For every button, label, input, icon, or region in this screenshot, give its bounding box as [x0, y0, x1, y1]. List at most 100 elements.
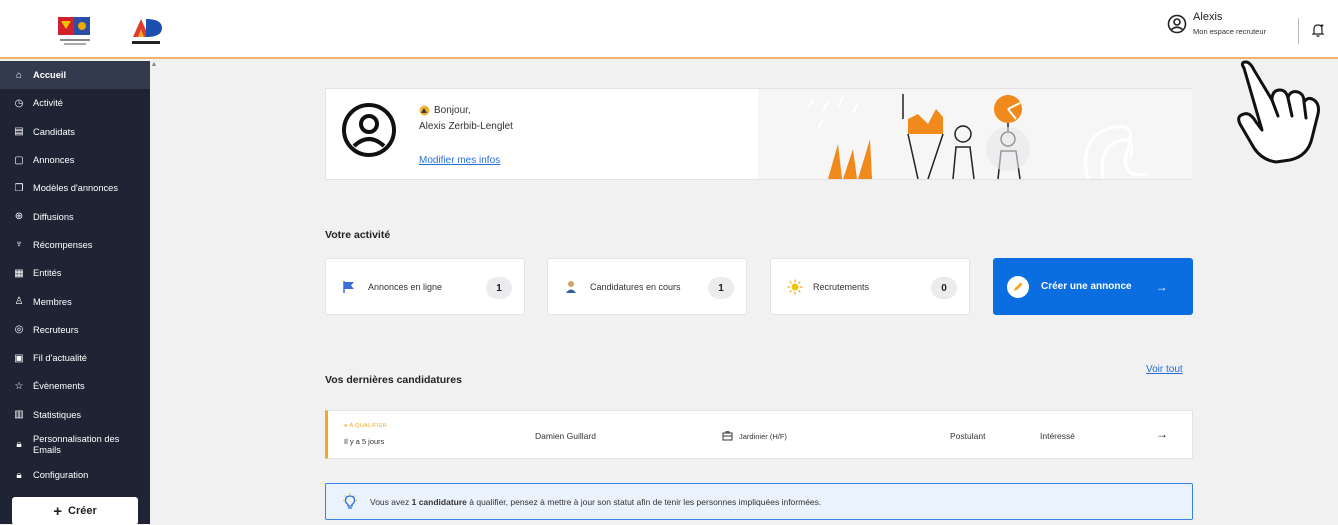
- edit-profile-link[interactable]: Modifier mes infos: [419, 155, 500, 166]
- sidebar-item-label: Membres: [33, 296, 72, 307]
- qualify-notice: Vous avez 1 candidature à qualifier, pen…: [325, 483, 1193, 520]
- profile-name: Alexis Zerbib-Lenglet: [419, 121, 513, 132]
- notice-suffix: à qualifier, pensez à mettre à jour son …: [469, 496, 822, 507]
- flag-icon: [342, 280, 358, 294]
- sidebar-item-label: Entités: [33, 268, 62, 279]
- sidebar-item-label: Candidats: [33, 126, 75, 137]
- stat-count: 1: [486, 277, 512, 299]
- sidebar-item-label: Configuration: [33, 470, 89, 480]
- candidate-status: Postulant: [950, 431, 986, 441]
- chart-icon: ▥: [14, 409, 24, 421]
- candidate-name: Damien Guillard: [535, 431, 596, 441]
- pencil-icon: [1007, 275, 1029, 298]
- sidebar-item-label: Récompenses: [33, 239, 93, 250]
- sparkle-icon: [787, 279, 803, 295]
- scroll-up-icon[interactable]: ▲: [150, 61, 158, 73]
- sidebar-item-label: Modèles d'annonces: [33, 183, 118, 194]
- sidebar-item-label: Activité: [33, 98, 63, 109]
- notice-count: 1 candidature: [411, 496, 467, 507]
- create-button[interactable]: + Créer: [12, 497, 138, 525]
- application-date: Il y a 5 jours: [344, 437, 385, 446]
- user-avatar-icon: [1167, 14, 1187, 34]
- divider: [1298, 18, 1299, 44]
- greeting-text: Bonjour,: [434, 105, 471, 116]
- stat-count: 0: [931, 277, 957, 299]
- sidebar-item-configuration[interactable]: 🔒︎ Configuration: [0, 461, 150, 489]
- sidebar-item-entites[interactable]: ▦ Entités: [0, 259, 150, 287]
- create-button-label: Créer: [68, 505, 97, 517]
- user-menu[interactable]: Alexis Mon espace recruteur: [1167, 11, 1266, 36]
- job-title-label: Jardinier (H/F): [739, 431, 787, 441]
- status-badge-label: À QUALIFIER: [349, 423, 387, 429]
- stat-label: Recrutements: [813, 281, 870, 292]
- stat-candidatures-en-cours[interactable]: Candidatures en cours 1: [547, 258, 747, 315]
- candidate-interest: Intéressé: [1040, 431, 1075, 441]
- user-name: Alexis: [1193, 11, 1223, 23]
- folder-icon: ▤: [14, 126, 24, 138]
- arrow-right-icon: →: [1155, 279, 1168, 294]
- building-icon: [722, 431, 733, 441]
- create-ad-button[interactable]: Créer une annonce →: [993, 258, 1193, 315]
- sidebar-item-label: Personnalisation des Emails: [33, 433, 120, 455]
- region-logo[interactable]: [56, 15, 96, 49]
- welcome-illustration: [758, 89, 1192, 179]
- sidebar-item-annonces[interactable]: ▢ Annonces: [0, 146, 150, 174]
- greeting: Bonjour,: [419, 105, 471, 116]
- notice-prefix: Vous avez: [370, 496, 410, 507]
- sidebar-item-label: Statistiques: [33, 409, 82, 420]
- lightbulb-icon: [343, 492, 357, 509]
- clock-icon: ◷: [14, 97, 24, 109]
- news-icon: ▣: [14, 352, 24, 364]
- lock-icon: 🔒︎: [16, 438, 22, 450]
- sidebar-item-accueil[interactable]: ⌂ Accueil: [0, 61, 150, 90]
- sidebar-item-label: Fil d'actualité: [33, 353, 87, 364]
- candidate-icon: [564, 280, 580, 294]
- sidebar: ⌂ Accueil ◷ Activité ▤ Candidats ▢ Annon…: [0, 61, 150, 525]
- job-title: Jardinier (H/F): [722, 431, 787, 441]
- recruiter-icon: ◎: [14, 324, 24, 336]
- stat-label: Candidatures en cours: [590, 281, 681, 292]
- sidebar-item-candidats[interactable]: ▤ Candidats: [0, 118, 150, 146]
- sidebar-item-recruteurs[interactable]: ◎ Recruteurs: [0, 316, 150, 344]
- partner-logo[interactable]: [130, 17, 166, 47]
- stat-count: 1: [708, 277, 734, 299]
- lock-icon: 🔒︎: [16, 469, 22, 481]
- see-all-link[interactable]: Voir tout: [1146, 364, 1183, 375]
- sidebar-item-evenements[interactable]: ☆ Évènements: [0, 372, 150, 400]
- stat-recrutements[interactable]: Recrutements 0: [770, 258, 970, 315]
- activity-title: Votre activité: [325, 229, 391, 241]
- sidebar-item-diffusions[interactable]: ⊕ Diffusions: [0, 202, 150, 230]
- sidebar-item-modeles[interactable]: ❐ Modèles d'annonces: [0, 174, 150, 202]
- profile-avatar-icon: [338, 99, 400, 166]
- user-space-label: Mon espace recruteur: [1193, 26, 1266, 36]
- sidebar-item-activite[interactable]: ◷ Activité: [0, 89, 150, 117]
- sidebar-item-recompenses[interactable]: ♆ Récompenses: [0, 231, 150, 259]
- person-icon: ♙: [14, 296, 24, 308]
- templates-icon: ❐: [14, 182, 24, 194]
- sidebar-item-statistiques[interactable]: ▥ Statistiques: [0, 401, 150, 429]
- trophy-icon: ♆: [15, 239, 23, 251]
- create-ad-label: Créer une annonce: [1041, 281, 1132, 292]
- sidebar-item-label: Diffusions: [33, 211, 74, 222]
- sidebar-item-personnalisation[interactable]: 🔒︎ Personnalisation des Emails: [0, 429, 150, 461]
- table-row[interactable]: ● À QUALIFIER Il y a 5 jours Damien Guil…: [325, 410, 1193, 459]
- home-icon: ⌂: [15, 69, 23, 81]
- notification-bell-icon[interactable]: [1310, 22, 1326, 43]
- sidebar-item-label: Recruteurs: [33, 324, 79, 335]
- sidebar-item-fil-actualite[interactable]: ▣ Fil d'actualité: [0, 344, 150, 372]
- sidebar-item-label: Accueil: [33, 70, 67, 81]
- arrow-right-icon[interactable]: →: [1156, 427, 1168, 441]
- status-badge: ● À QUALIFIER: [344, 423, 387, 429]
- stat-label: Annonces en ligne: [368, 281, 443, 292]
- stat-annonces-en-ligne[interactable]: Annonces en ligne 1: [325, 258, 525, 315]
- candidatures-title: Vos dernières candidatures: [325, 374, 462, 386]
- broadcast-icon: ⊕: [14, 211, 24, 223]
- sidebar-item-label: Annonces: [33, 155, 75, 166]
- star-icon: ☆: [14, 380, 24, 392]
- plus-icon: +: [53, 502, 62, 520]
- notice-text: Vous avez 1 candidature à qualifier, pen…: [370, 497, 821, 507]
- sidebar-item-label: Évènements: [33, 381, 85, 392]
- building-icon: ▦: [14, 267, 24, 279]
- document-icon: ▢: [14, 154, 24, 166]
- sidebar-item-membres[interactable]: ♙ Membres: [0, 287, 150, 315]
